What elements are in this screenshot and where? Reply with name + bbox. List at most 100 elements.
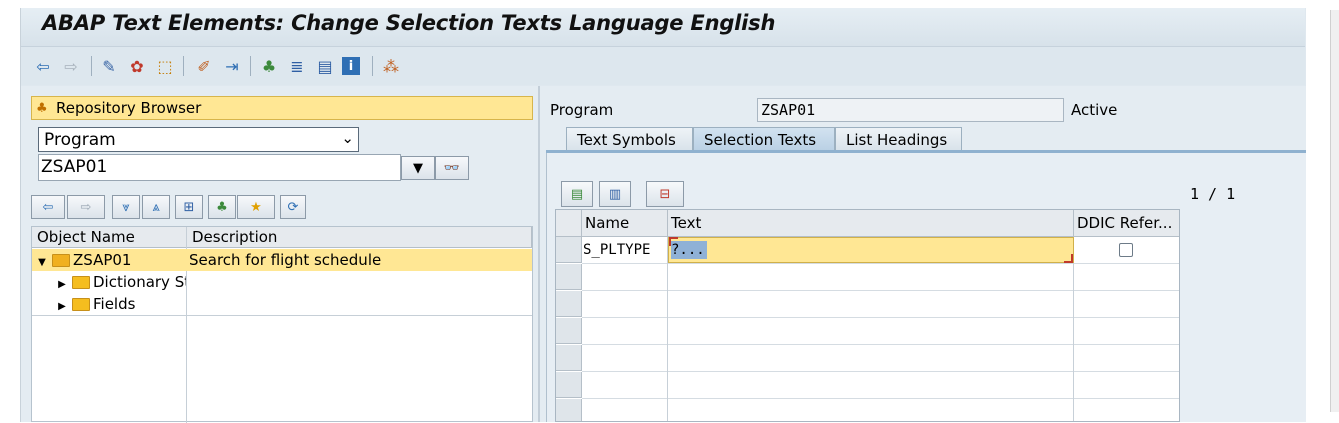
ddic-reference-checkbox[interactable] [1119,243,1133,257]
row-selector[interactable] [556,264,582,290]
star-icon: ★ [250,199,262,215]
object-name-input[interactable]: ZSAP01 [38,154,401,181]
column-divider [1073,237,1074,421]
pretty-print-icon[interactable]: ⇥ [221,55,243,77]
cell-text-value: ?... [671,241,707,259]
object-tree: Object Name Description ▼ ZSAP01 Search f… [31,226,533,423]
page-indicator: 1 / 1 [1190,185,1236,203]
folder-icon [72,276,90,289]
append-row-button[interactable]: ▥ [599,181,631,207]
selection-texts-table: Name Text DDIC Refer... S_PLTYPE ?... [555,209,1180,422]
toolbar-separator [372,56,373,76]
row-selector[interactable] [556,318,582,344]
delete-row-button[interactable]: ⊟ [646,181,684,207]
refresh-icon: ⟳ [287,199,299,215]
delete-row-icon: ⊟ [659,186,671,202]
check-icon[interactable]: ✿ [126,55,148,77]
enhance-icon[interactable]: ⁂ [380,55,402,77]
column-header-name[interactable]: Name [582,210,668,237]
tree-item-fields[interactable]: ▶ Fields [52,293,135,315]
tab-list-headings[interactable]: List Headings [835,127,962,151]
toolbar-separator [91,56,92,76]
repository-browser-label: Repository Browser [56,99,202,117]
previous-object-button[interactable]: ⇦ [31,195,65,219]
tab-selection-texts[interactable]: Selection Texts [693,127,835,151]
info-icon[interactable]: i [342,57,360,75]
column-header-object-name[interactable]: Object Name [32,227,187,248]
collapsed-triangle-icon: ▶ [58,279,66,290]
program-field: ZSAP01 [757,98,1064,122]
insert-row-icon: ▤ [570,186,584,202]
row-selector[interactable] [556,291,582,317]
activate-icon[interactable]: ⬚ [154,55,176,77]
column-header-text[interactable]: Text [668,210,1074,237]
scrollbar[interactable] [1330,10,1339,412]
collapse-all-button[interactable]: ⩓ [142,195,170,219]
where-used-icon[interactable]: ✐ [193,55,215,77]
append-row-icon: ▥ [608,186,622,202]
other-object-icon[interactable]: ✎ [98,55,120,77]
navigation-window-icon[interactable]: ≣ [286,55,308,77]
dropdown-button[interactable]: ▼ [401,156,435,180]
display-object-list-icon[interactable]: ▤ [314,55,336,77]
tab-text-symbols[interactable]: Text Symbols [566,127,693,151]
triangle-down-icon: ▼ [413,160,423,176]
tree-item-description: Search for flight schedule [189,251,382,269]
expand-all-button[interactable]: ⩔ [112,195,140,219]
row-divider [582,317,1179,318]
row-selector[interactable] [556,345,582,371]
back-arrow-icon[interactable]: ⇦ [32,55,54,77]
program-label: Program [550,101,614,119]
chevron-down-icon: ⌄ [341,129,354,147]
row-divider [582,290,1179,291]
cell-name: S_PLTYPE [583,242,651,258]
forward-arrow-icon: ⇨ [80,199,92,215]
row-divider [582,263,1179,264]
glasses-icon: 👓 [443,160,461,176]
tree-item-label: Dictionary St [93,273,186,291]
object-type-value: Program [44,129,116,150]
tree-item-label: Fields [93,295,136,313]
page-title: ABAP Text Elements: Change Selection Tex… [42,11,776,35]
display-button[interactable]: 👓 [435,156,469,180]
row-divider [582,398,1179,399]
expand-icon: ⩔ [122,199,130,215]
collapsed-triangle-icon: ▶ [58,301,66,312]
refresh-button[interactable]: ⟳ [280,195,306,219]
hierarchy-button[interactable]: ♣ [208,195,236,219]
open-folder-icon [52,254,70,267]
favorites-button[interactable]: ★ [237,195,275,219]
column-header-ddic[interactable]: DDIC Refer... [1074,210,1179,237]
row-selector[interactable] [556,399,582,421]
row-selector[interactable] [556,237,582,263]
binoculars-icon: ⊞ [183,199,195,215]
cell-text-input[interactable]: ?... [668,237,1074,263]
object-type-select[interactable]: Program ⌄ [38,127,359,152]
tree-item-label: ZSAP01 [73,251,132,269]
hierarchy-icon: ♣ [216,199,228,215]
repository-browser-button[interactable]: ♣ Repository Browser [31,96,533,120]
focus-corner [1064,254,1073,263]
column-divider [1179,237,1180,422]
toolbar-separator [183,56,184,76]
row-divider [582,344,1179,345]
expand-triangle-icon: ▼ [38,257,46,268]
column-divider [667,237,668,421]
select-all-cell[interactable] [556,210,582,237]
object-list-icon[interactable]: ♣ [258,55,280,77]
toolbar-separator [250,56,251,76]
tree-item-root[interactable]: ▼ ZSAP01 Search for flight schedule [32,249,532,271]
insert-row-button[interactable]: ▤ [561,181,593,207]
row-divider [32,315,532,316]
row-selector[interactable] [556,372,582,398]
back-arrow-icon: ⇦ [42,199,54,215]
column-header-description[interactable]: Description [187,227,532,248]
tree-item-dictionary[interactable]: ▶ Dictionary St [52,271,186,293]
folder-icon [72,298,90,311]
next-object-button[interactable]: ⇨ [67,195,105,219]
find-button[interactable]: ⊞ [175,195,203,219]
row-divider [582,371,1179,372]
collapse-icon: ⩓ [152,199,160,215]
hierarchy-icon: ♣ [36,100,48,116]
forward-arrow-icon[interactable]: ⇨ [60,55,82,77]
